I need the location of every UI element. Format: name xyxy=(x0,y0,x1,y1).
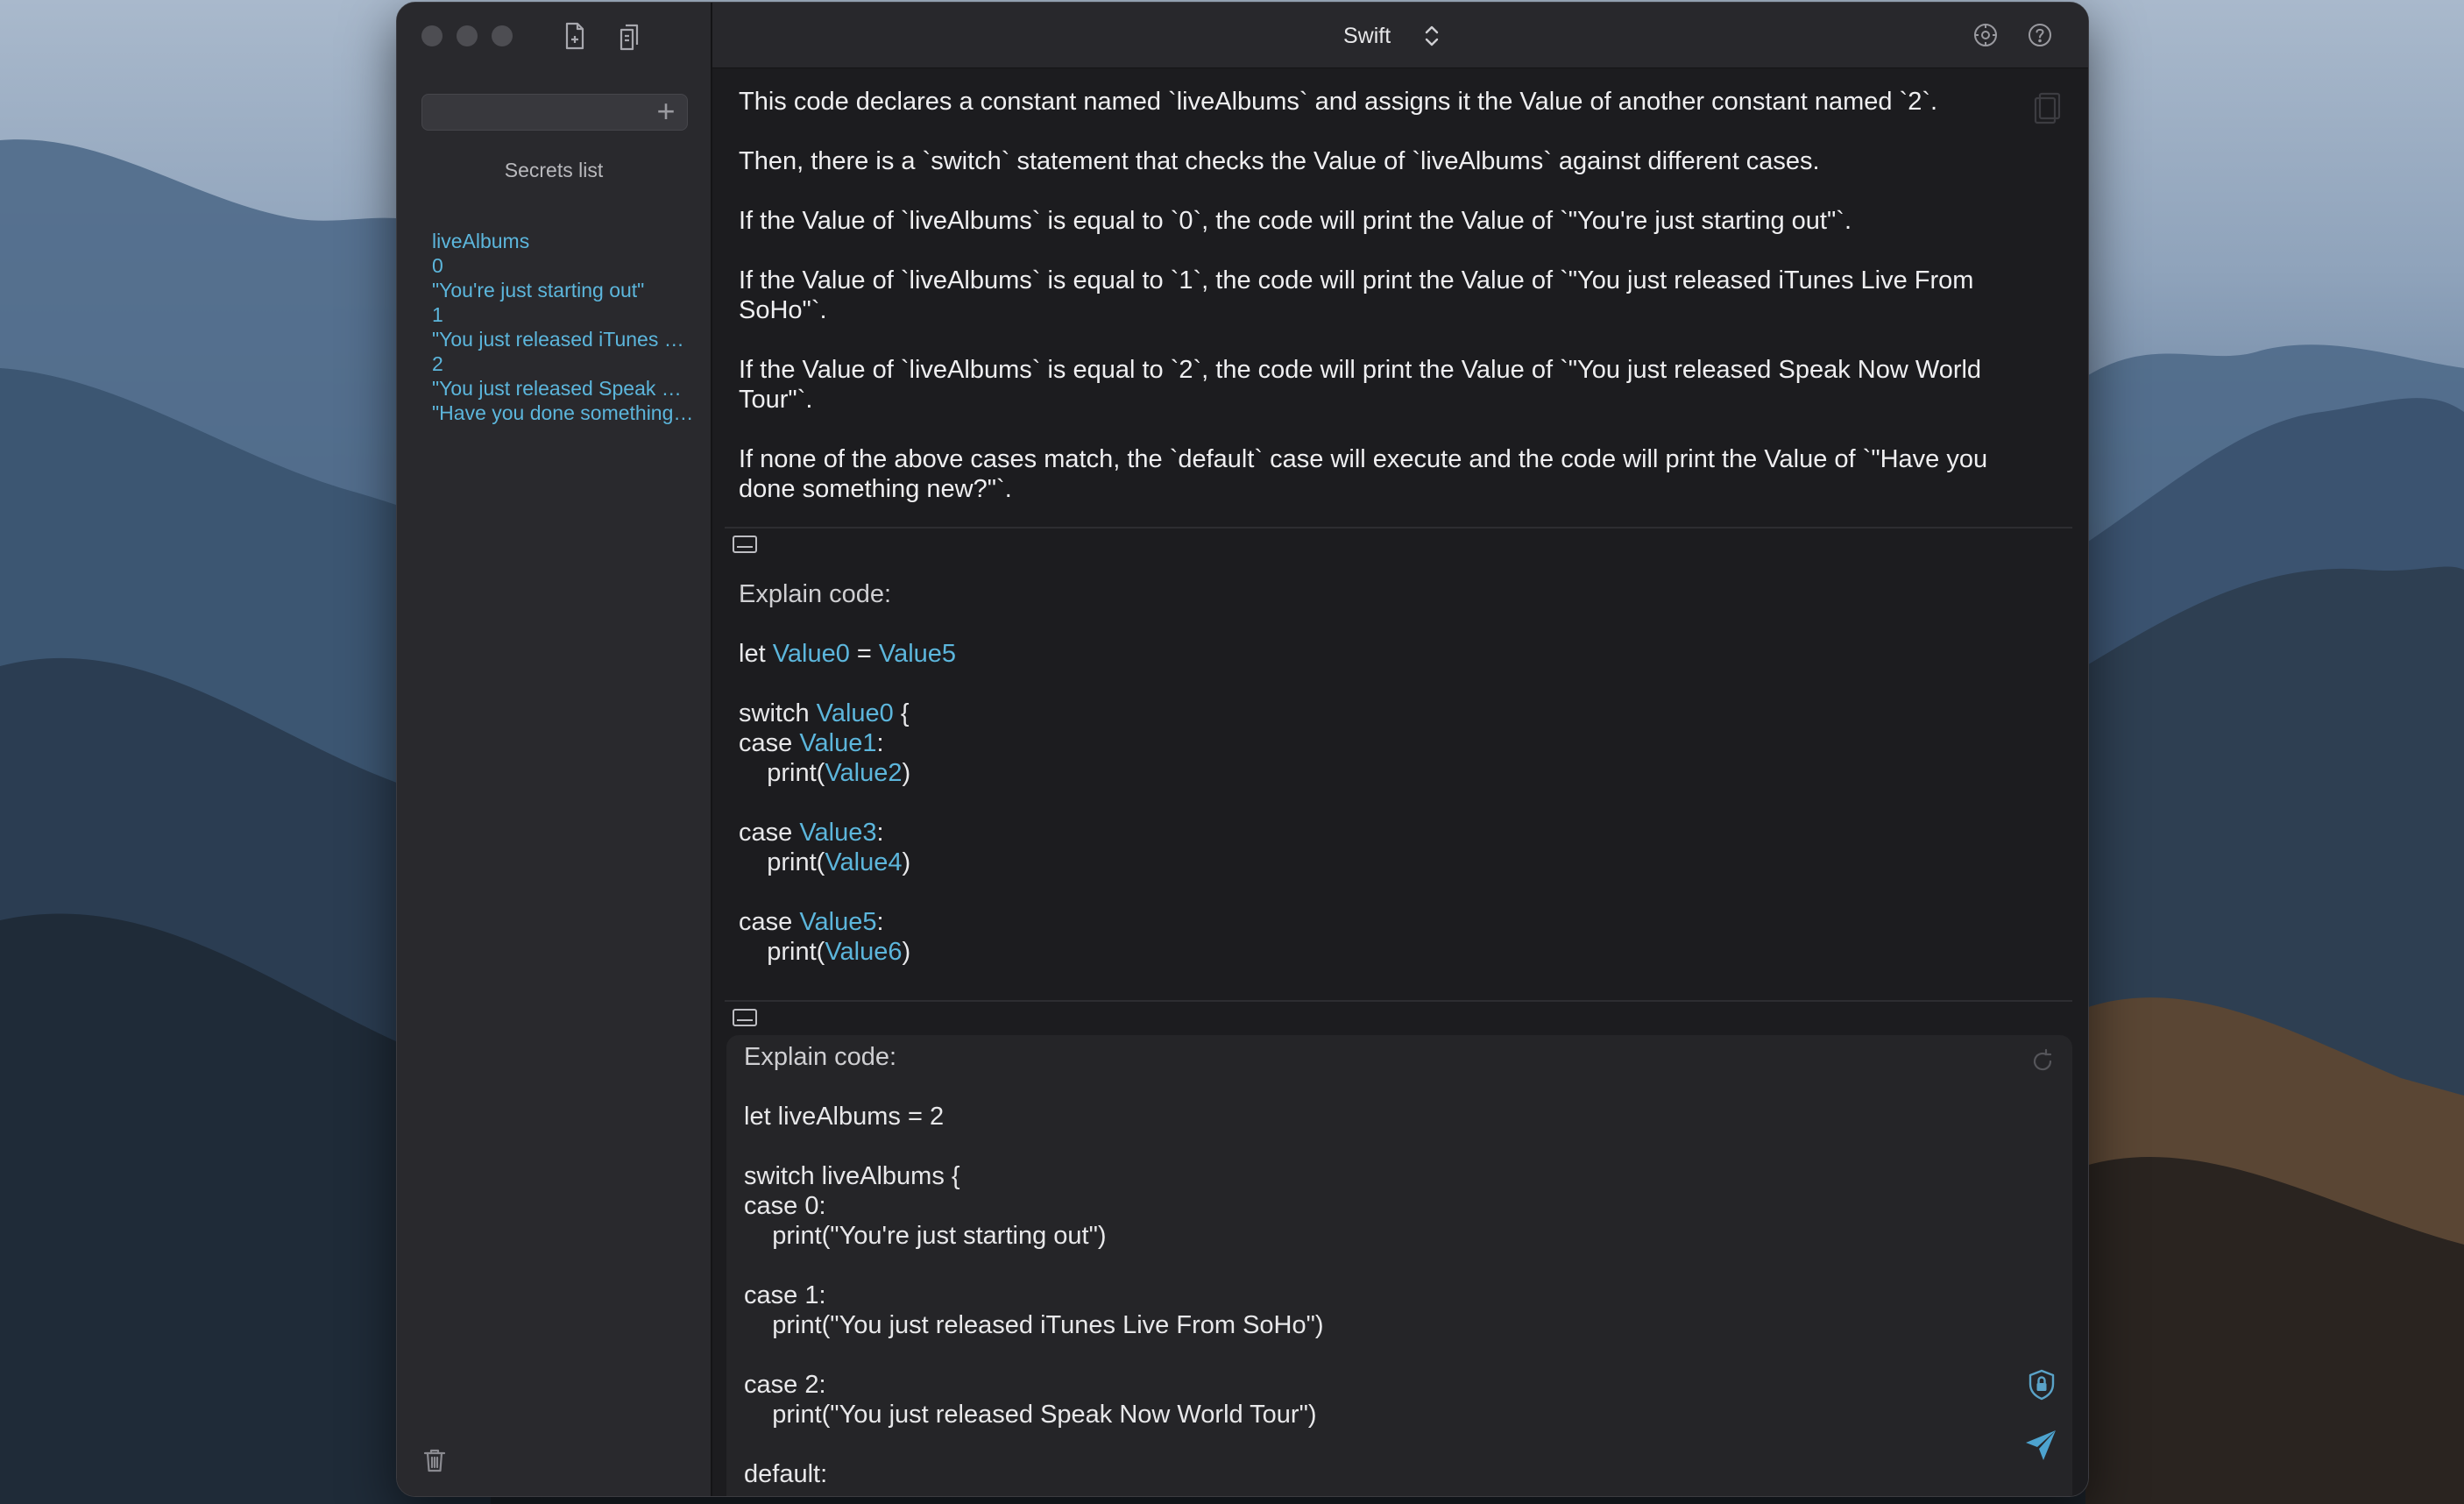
input-line: case 0: xyxy=(744,1192,826,1220)
response-line: Tour"`. xyxy=(739,386,813,414)
value-token: Value3 xyxy=(799,819,877,847)
response-line: SoHo"`. xyxy=(739,296,827,324)
code-text: : xyxy=(876,819,884,847)
value-token: Value4 xyxy=(825,848,903,876)
secret-item[interactable]: 0 xyxy=(432,253,695,278)
code-text: case xyxy=(739,908,800,936)
code-text: ) xyxy=(902,848,911,876)
minimize-window-button[interactable] xyxy=(457,25,478,46)
code-line: case Value5: xyxy=(739,907,884,937)
input-line: print("You're just starting out") xyxy=(744,1222,1107,1250)
sidebar: + Secrets list liveAlbums 0 "You're just… xyxy=(397,3,712,1496)
value-token: Value0 xyxy=(816,699,894,727)
value-token: Value5 xyxy=(878,640,957,668)
code-line: print(Value4) xyxy=(739,848,910,877)
secret-item[interactable]: "Have you done something new?" xyxy=(432,401,695,425)
value-token: Value6 xyxy=(825,938,903,966)
secrets-list-title: Secrets list xyxy=(504,159,604,181)
code-text: let xyxy=(739,640,773,668)
code-line: case Value3: xyxy=(739,818,884,848)
secret-item[interactable]: "You just released Speak Now World Tour" xyxy=(432,376,695,401)
obfuscated-label: Explain code: xyxy=(739,580,892,608)
secret-item[interactable]: liveAlbums xyxy=(432,229,695,253)
help-icon[interactable] xyxy=(2025,20,2055,50)
settings-icon[interactable] xyxy=(1971,20,2000,50)
code-text: : xyxy=(876,908,884,936)
input-line: case 1: xyxy=(744,1281,826,1309)
response-line: done something new?"`. xyxy=(739,475,1012,503)
response-line: If the Value of `liveAlbums` is equal to… xyxy=(739,266,1974,294)
app-window: + Secrets list liveAlbums 0 "You're just… xyxy=(396,2,2089,1497)
trash-icon[interactable] xyxy=(420,1445,450,1475)
code-text: print( xyxy=(739,848,825,876)
language-label: Swift xyxy=(1343,23,1391,48)
section-divider xyxy=(725,1000,2072,1002)
code-line: switch Value0 { xyxy=(739,699,910,728)
value-token: Value2 xyxy=(825,759,903,787)
input-label: Explain code: xyxy=(744,1043,897,1071)
refresh-icon[interactable] xyxy=(2029,1047,2057,1075)
input-line: case 2: xyxy=(744,1371,826,1399)
code-text: case xyxy=(739,819,800,847)
title-bar: Swift xyxy=(712,3,2088,68)
keyboard-icon[interactable] xyxy=(732,534,758,555)
language-selector[interactable]: Swift xyxy=(1343,18,1441,53)
input-line: print("You just released Speak Now World… xyxy=(744,1401,1317,1429)
lock-shield-icon[interactable] xyxy=(2027,1368,2057,1401)
code-text: = xyxy=(849,640,879,668)
code-line: print(Value2) xyxy=(739,758,910,788)
secret-input[interactable] xyxy=(431,95,645,131)
close-window-button[interactable] xyxy=(421,25,443,46)
secret-search-box: + xyxy=(421,94,688,131)
code-line: case Value1: xyxy=(739,728,884,758)
input-line: switch liveAlbums { xyxy=(744,1162,960,1190)
secrets-list: liveAlbums 0 "You're just starting out" … xyxy=(432,229,695,425)
code-text: print( xyxy=(739,938,825,966)
send-icon[interactable] xyxy=(2023,1428,2058,1463)
code-text: ) xyxy=(902,938,911,966)
new-document-icon[interactable] xyxy=(556,18,591,53)
input-line: print("You just released iTunes Live Fro… xyxy=(744,1311,1324,1339)
secret-item[interactable]: 2 xyxy=(432,351,695,376)
response-line: If the Value of `liveAlbums` is equal to… xyxy=(739,207,1852,235)
response-line: If the Value of `liveAlbums` is equal to… xyxy=(739,356,1982,384)
section-divider xyxy=(725,527,2072,529)
value-token: Value1 xyxy=(799,729,877,757)
code-text: switch xyxy=(739,699,817,727)
response-line: If none of the above cases match, the `d… xyxy=(739,445,1988,473)
response-line: Then, there is a `switch` statement that… xyxy=(739,147,1820,175)
code-text: { xyxy=(893,699,910,727)
value-token: Value0 xyxy=(772,640,850,668)
code-text: : xyxy=(876,729,884,757)
main-panel: Swift This code declares a constant name… xyxy=(712,3,2088,1496)
input-line: let liveAlbums = 2 xyxy=(744,1103,945,1131)
secret-item[interactable]: "You just released iTunes Live From SoHo… xyxy=(432,327,695,351)
chevron-up-down-icon xyxy=(1422,24,1441,48)
value-token: Value5 xyxy=(799,908,877,936)
response-line: This code declares a constant named `liv… xyxy=(739,88,1938,116)
code-line: print(Value6) xyxy=(739,937,910,967)
plus-icon[interactable]: + xyxy=(652,96,680,127)
code-line: let Value0 = Value5 xyxy=(739,639,956,669)
secret-item[interactable]: "You're just starting out" xyxy=(432,278,695,302)
prompt-input-area[interactable]: Explain code: let liveAlbums = 2 switch … xyxy=(726,1035,2072,1496)
zoom-window-button[interactable] xyxy=(492,25,513,46)
copy-icon[interactable] xyxy=(2032,90,2064,125)
code-text: print( xyxy=(739,759,825,787)
code-text: case xyxy=(739,729,800,757)
copy-document-icon[interactable] xyxy=(612,18,648,53)
code-text: ) xyxy=(902,759,911,787)
input-line: default: xyxy=(744,1460,828,1488)
secret-item[interactable]: 1 xyxy=(432,302,695,327)
keyboard-icon[interactable] xyxy=(732,1007,758,1028)
